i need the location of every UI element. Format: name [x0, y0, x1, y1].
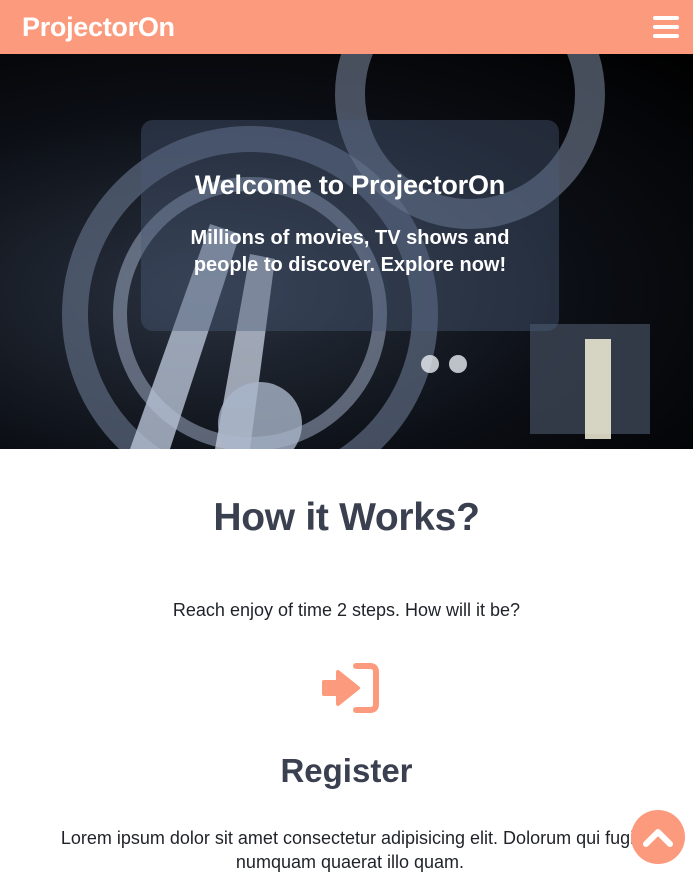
hamburger-line	[653, 34, 679, 38]
chevron-up-icon	[643, 829, 673, 847]
how-it-works-title: How it Works?	[213, 496, 480, 539]
hero-card: Welcome to ProjectorOn Millions of movie…	[141, 120, 559, 331]
brand-logo[interactable]: ProjectorOn	[22, 12, 175, 43]
register-title: Register	[280, 752, 413, 789]
hamburger-icon[interactable]	[653, 16, 679, 38]
how-it-works-subtitle: Reach enjoy of time 2 steps. How will it…	[172, 600, 521, 620]
hamburger-line	[653, 16, 679, 20]
hero-section: Welcome to ProjectorOn Millions of movie…	[0, 54, 693, 449]
hamburger-line	[653, 25, 679, 29]
register-description: Lorem ipsum dolor sit amet consectetur a…	[60, 828, 640, 872]
sign-in-icon	[320, 662, 382, 714]
scroll-to-top-button[interactable]	[631, 810, 685, 864]
navbar: ProjectorOn	[0, 0, 693, 54]
hero-subtitle: Millions of movies, TV shows and people …	[190, 227, 510, 276]
hero-title: Welcome to ProjectorOn	[194, 170, 506, 200]
